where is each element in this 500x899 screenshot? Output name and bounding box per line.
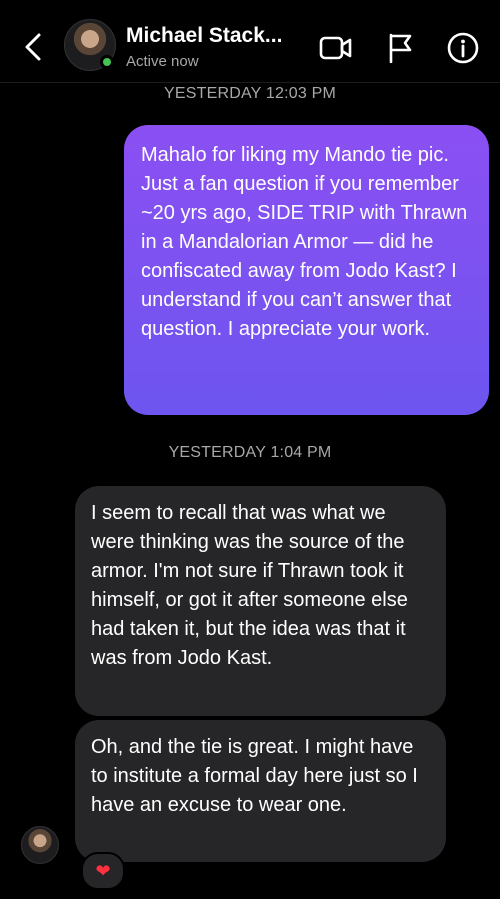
conversation-info-button[interactable] bbox=[445, 30, 481, 66]
message-timestamp: YESTERDAY 1:04 PM bbox=[168, 444, 332, 461]
online-status-dot bbox=[100, 55, 114, 69]
report-button[interactable] bbox=[382, 30, 418, 66]
active-status: Active now bbox=[126, 53, 199, 70]
video-camera-icon bbox=[319, 36, 352, 60]
flag-icon bbox=[389, 33, 412, 63]
contact-name[interactable]: Michael Stack... bbox=[126, 24, 301, 48]
sender-avatar[interactable] bbox=[21, 826, 59, 864]
video-call-button[interactable] bbox=[318, 30, 354, 66]
info-icon bbox=[447, 32, 479, 64]
heart-icon: ❤ bbox=[95, 860, 111, 881]
chat-header: Michael Stack... Active now bbox=[0, 0, 500, 83]
message-timestamp: YESTERDAY 12:03 PM bbox=[164, 85, 336, 102]
heart-reaction[interactable]: ❤ bbox=[81, 852, 125, 890]
outgoing-message-bubble[interactable]: Mahalo for liking my Mando tie pic. Just… bbox=[124, 125, 489, 415]
incoming-message-bubble[interactable]: Oh, and the tie is great. I might have t… bbox=[75, 720, 446, 862]
contact-avatar-container[interactable] bbox=[64, 19, 116, 71]
back-chevron-icon bbox=[25, 33, 41, 61]
back-button[interactable] bbox=[16, 28, 50, 66]
incoming-message-bubble[interactable]: I seem to recall that was what we were t… bbox=[75, 486, 446, 716]
